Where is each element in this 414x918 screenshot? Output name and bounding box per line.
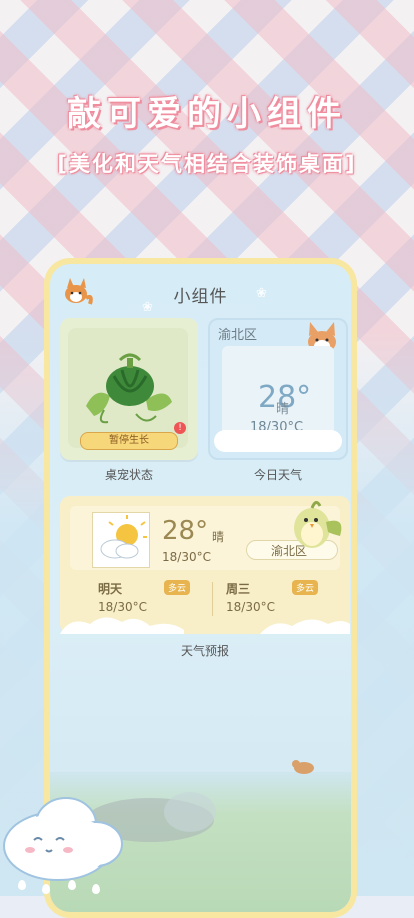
pet-status-badge: 暂停生长 bbox=[80, 432, 178, 450]
raindrop bbox=[68, 880, 76, 890]
headline: 敲可爱的小组件 bbox=[67, 94, 347, 134]
forecast-widget[interactable]: 28° 晴 18/30°C 渝北区 明天 多云 18/30°C 周三 多云 18… bbox=[60, 496, 350, 634]
small-dog-icon bbox=[292, 760, 314, 774]
paw-icon: ❀ bbox=[256, 286, 267, 301]
screen-title: 小组件 bbox=[173, 287, 228, 307]
raindrop bbox=[18, 880, 26, 890]
cloud-decoration bbox=[60, 617, 350, 634]
sun-cloud-icon bbox=[92, 512, 150, 568]
bird-icon bbox=[294, 501, 342, 548]
weather-condition: 晴 bbox=[276, 402, 290, 417]
forecast-day-name: 明天 bbox=[98, 582, 123, 596]
weather-widget-caption: 今日天气 bbox=[253, 468, 302, 482]
forecast-widget-caption: 天气预报 bbox=[180, 644, 229, 658]
forecast-day-tag: 多云 bbox=[164, 580, 191, 595]
alert-icon: ! bbox=[174, 422, 186, 434]
forecast-divider bbox=[212, 582, 213, 616]
cloud-mascot-icon bbox=[3, 797, 123, 881]
forecast-day-name: 周三 bbox=[226, 582, 251, 596]
watermelon-icon bbox=[86, 353, 172, 424]
today-weather-widget[interactable]: 渝北区 28° 晴 18/30°C bbox=[208, 318, 348, 460]
weather-location: 渝北区 bbox=[218, 328, 258, 343]
forecast-day-tag: 多云 bbox=[292, 580, 319, 595]
forecast-range: 18/30°C bbox=[162, 550, 211, 564]
cloud-decoration bbox=[214, 430, 342, 452]
paw-icon: ❀ bbox=[142, 300, 153, 315]
forecast-temperature: 28° bbox=[162, 516, 209, 546]
forecast-condition: 晴 bbox=[212, 530, 225, 544]
pet-status-widget[interactable]: 暂停生长 ! bbox=[60, 318, 198, 460]
raindrop bbox=[92, 884, 100, 894]
subheadline: [美化和天气相结合装饰桌面] bbox=[57, 152, 357, 176]
pet-widget-caption: 桌宠状态 bbox=[104, 468, 153, 482]
raindrop bbox=[42, 884, 50, 894]
